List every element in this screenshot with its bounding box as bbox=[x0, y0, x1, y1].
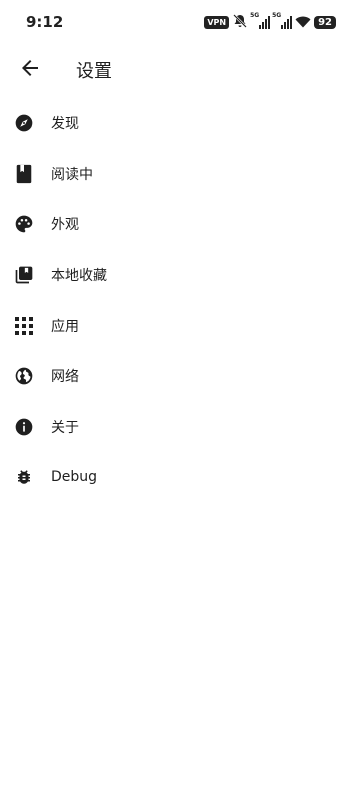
mute-icon bbox=[232, 13, 248, 32]
menu-item-apps[interactable]: 应用 bbox=[0, 300, 360, 351]
bookmark-book-icon bbox=[13, 163, 35, 185]
info-icon bbox=[13, 416, 35, 438]
page-title: 设置 bbox=[76, 61, 112, 82]
menu-item-label: 外观 bbox=[51, 217, 79, 234]
menu-item-discover[interactable]: 发现 bbox=[0, 98, 360, 149]
menu-item-label: 网络 bbox=[51, 369, 79, 386]
status-icons: VPN 5G 5G 92 bbox=[204, 12, 336, 32]
app-bar: 设置 bbox=[0, 44, 360, 94]
globe-icon bbox=[13, 365, 35, 387]
menu-item-debug[interactable]: Debug bbox=[0, 452, 360, 503]
apps-grid-icon bbox=[13, 315, 35, 337]
collections-bookmark-icon bbox=[13, 264, 35, 286]
menu-item-label: Debug bbox=[51, 469, 98, 486]
palette-icon bbox=[13, 213, 35, 235]
menu-item-label: 关于 bbox=[51, 419, 79, 436]
wifi-icon bbox=[295, 13, 311, 32]
menu-item-reading[interactable]: 阅读中 bbox=[0, 149, 360, 200]
vpn-badge: VPN bbox=[204, 15, 230, 29]
compass-icon bbox=[13, 112, 35, 134]
menu-item-appearance[interactable]: 外观 bbox=[0, 199, 360, 250]
menu-item-network[interactable]: 网络 bbox=[0, 351, 360, 402]
status-bar: 9:12 VPN 5G 5G 92 bbox=[0, 0, 360, 44]
settings-menu: 发现 阅读中 外观 本地收藏 应用 网络 关于 Debug bbox=[0, 98, 360, 503]
menu-item-label: 本地收藏 bbox=[51, 268, 107, 285]
menu-item-local-favorites[interactable]: 本地收藏 bbox=[0, 250, 360, 301]
arrow-back-icon bbox=[20, 58, 40, 82]
cell-signal-2-icon: 5G bbox=[272, 12, 293, 29]
menu-item-label: 发现 bbox=[51, 116, 79, 133]
back-button[interactable] bbox=[14, 54, 46, 86]
cell-signal-1-icon: 5G bbox=[250, 12, 271, 29]
menu-item-about[interactable]: 关于 bbox=[0, 402, 360, 453]
status-time: 9:12 bbox=[26, 13, 64, 31]
menu-item-label: 阅读中 bbox=[51, 166, 93, 183]
bug-icon bbox=[13, 466, 35, 488]
battery-indicator: 92 bbox=[314, 15, 336, 29]
menu-item-label: 应用 bbox=[51, 318, 79, 335]
